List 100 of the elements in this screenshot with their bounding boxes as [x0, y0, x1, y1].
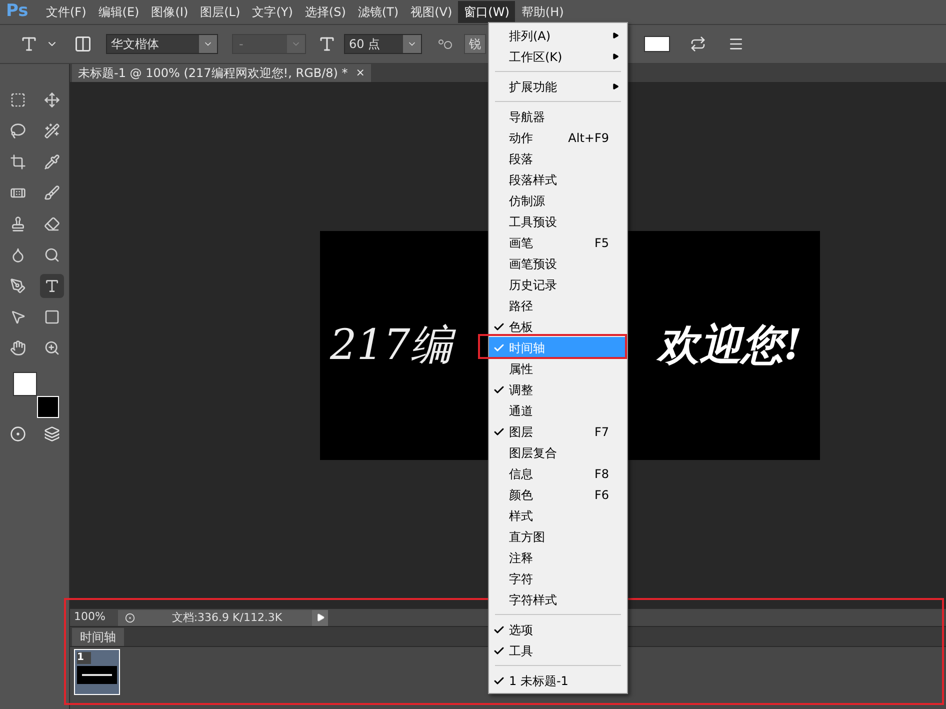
menu-option[interactable]: 排列(A)	[489, 25, 627, 46]
menu-option[interactable]: 导航器	[489, 106, 627, 127]
menu-option[interactable]: 字符样式	[489, 589, 627, 610]
menu-option[interactable]: 颜色 F6	[489, 484, 627, 505]
menu-option[interactable]: 注释	[489, 547, 627, 568]
menu-option[interactable]: 工具	[489, 640, 627, 661]
magic-wand-icon	[44, 123, 60, 139]
menu-option[interactable]: 历史记录	[489, 274, 627, 295]
shortcut-label: Alt+F9	[568, 130, 609, 146]
menu-option[interactable]: 调整	[489, 379, 627, 400]
menu-option[interactable]: 路径	[489, 295, 627, 316]
menu-option[interactable]: 信息 F8	[489, 463, 627, 484]
document-title: 未标题-1 @ 100% (217编程网欢迎您!, RGB/8) *	[78, 65, 348, 82]
document-info: 文档:336.9 K/112.3K	[142, 610, 312, 626]
status-icon-button[interactable]	[118, 610, 142, 626]
menu-item[interactable]: 文件(F)	[40, 1, 92, 23]
timeline-frame[interactable]: 1	[74, 649, 120, 695]
menu-option[interactable]: 段落样式	[489, 169, 627, 190]
type-icon	[44, 278, 60, 294]
stamp-icon	[10, 216, 26, 232]
foreground-color-swatch[interactable]	[12, 372, 36, 396]
menu-option[interactable]: 1 未标题-1	[489, 670, 627, 691]
antialias-dropdown[interactable]: 锐	[464, 34, 486, 54]
type-tool-icon[interactable]	[20, 35, 38, 53]
menu-option-label: 仿制源	[509, 192, 545, 210]
menu-item[interactable]: 选择(S)	[298, 1, 352, 23]
menu-option[interactable]: 画笔 F5	[489, 232, 627, 253]
menu-option[interactable]: 字符	[489, 568, 627, 589]
font-size-field[interactable]: 60 点	[344, 34, 422, 54]
menu-option[interactable]: 工具预设	[489, 211, 627, 232]
menu-option-label: 颜色	[509, 486, 533, 504]
tool-button[interactable]	[40, 274, 64, 298]
eraser-icon	[44, 216, 60, 232]
play-icon	[316, 613, 324, 622]
lasso-icon	[10, 123, 26, 139]
menu-option[interactable]: 图层复合	[489, 442, 627, 463]
menu-item[interactable]: 图像(I)	[145, 1, 194, 23]
canvas-text: 217编	[330, 318, 460, 372]
menu-option[interactable]: 样式	[489, 505, 627, 526]
menu-item[interactable]: 文字(Y)	[246, 1, 299, 23]
menu-option[interactable]: 色板	[489, 316, 627, 337]
menu-option[interactable]: 动作 Alt+F9	[489, 127, 627, 148]
menu-option-label: 画笔预设	[509, 256, 557, 272]
hand-icon	[10, 340, 26, 356]
warp-text-icon[interactable]	[690, 36, 706, 52]
menu-option-label: 时间轴	[509, 340, 545, 356]
menu-option-label: 调整	[509, 382, 533, 398]
menu-option-label: 工具	[509, 642, 533, 660]
menu-option-label: 段落样式	[509, 172, 557, 188]
text-color-swatch[interactable]	[644, 36, 670, 52]
menu-option-label: 图层复合	[509, 444, 557, 462]
zoom-level: 100%	[73, 609, 106, 626]
pen-icon	[10, 278, 26, 294]
menu-option[interactable]: 选项	[489, 619, 627, 640]
menu-item[interactable]: 编辑(E)	[92, 1, 146, 23]
menu-item[interactable]: 视图(V)	[404, 1, 458, 23]
menu-item[interactable]: 图层(L)	[194, 1, 246, 23]
marquee-icon	[10, 92, 26, 108]
menu-option-label: 段落	[509, 150, 533, 168]
menu-option[interactable]: 画笔预设	[489, 253, 627, 274]
font-family-field[interactable]: 华文楷体	[106, 34, 218, 54]
menu-item[interactable]: 帮助(H)	[515, 1, 570, 23]
menu-option-label: 排列(A)	[509, 28, 551, 44]
magnifier-icon	[44, 247, 60, 263]
menu-option[interactable]: 图层 F7	[489, 421, 627, 442]
background-color-swatch[interactable]	[36, 396, 58, 418]
pointer-icon	[10, 309, 26, 325]
menu-option-label: 历史记录	[509, 276, 557, 294]
menu-option[interactable]: 工作区(K)	[489, 46, 627, 67]
menu-option-label: 字符	[509, 570, 533, 588]
frame-number: 1	[77, 652, 91, 664]
menu-item[interactable]: 窗口(W)	[458, 1, 516, 23]
shortcut-label: F6	[594, 486, 609, 504]
status-menu-button[interactable]	[312, 610, 328, 626]
menu-option[interactable]: 通道	[489, 400, 627, 421]
menu-option-label: 注释	[509, 550, 533, 566]
menu-option[interactable]: 属性	[489, 358, 627, 379]
move-icon	[44, 92, 60, 108]
shortcut-label: F7	[594, 424, 609, 440]
shortcut-label: F5	[594, 234, 609, 252]
menu-option[interactable]: 扩展功能	[489, 76, 627, 97]
font-size-icon[interactable]	[318, 35, 336, 53]
menu-option[interactable]: 直方图	[489, 526, 627, 547]
menu-option-label: 导航器	[509, 108, 545, 126]
menu-option-label: 扩展功能	[509, 78, 557, 96]
document-tab[interactable]: 未标题-1 @ 100% (217编程网欢迎您!, RGB/8) * ×	[72, 64, 372, 82]
timeline-tab[interactable]: 时间轴	[72, 628, 124, 646]
menu-option-label: 选项	[509, 622, 533, 638]
menu-option-label: 字符样式	[509, 592, 557, 608]
menu-option-label: 画笔	[509, 234, 533, 252]
zoom-icon	[44, 340, 60, 356]
frame-thumbnail	[77, 666, 117, 684]
menu-option[interactable]: 段落	[489, 148, 627, 169]
menu-option[interactable]: 仿制源	[489, 190, 627, 211]
app-logo: Ps	[6, 0, 30, 24]
menu-item[interactable]: 滤镜(T)	[352, 1, 405, 23]
close-button[interactable]: ×	[356, 64, 366, 82]
panels-icon[interactable]	[728, 36, 744, 52]
menu-option-label: 色板	[509, 318, 533, 336]
menu-option-label: 路径	[509, 298, 533, 314]
